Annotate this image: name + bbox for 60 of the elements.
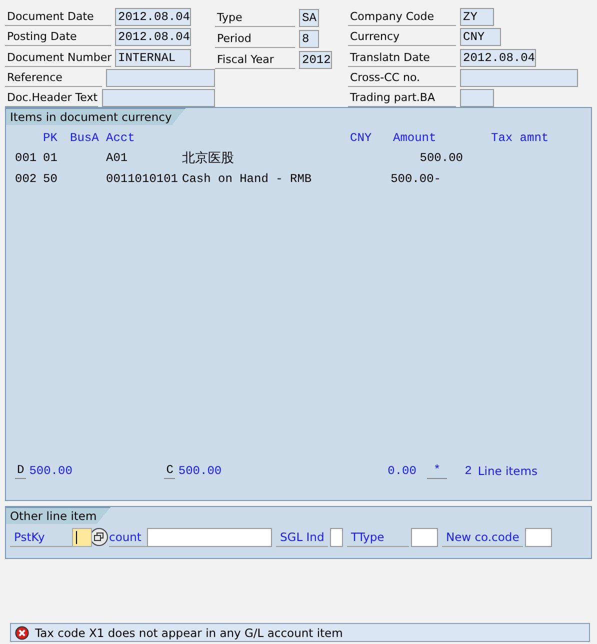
input-field[interactable]: INTERNAL xyxy=(115,48,191,66)
table-cell-text: 001 xyxy=(15,150,38,164)
credit-total: 500.00 xyxy=(178,464,222,478)
field-label: Cross-CC no. xyxy=(348,68,456,87)
table-cell-text: 500.00 xyxy=(418,150,464,164)
input-field[interactable]: 2012.08.04 xyxy=(460,48,536,66)
input-field[interactable]: 2012 xyxy=(299,50,332,68)
column-header: Acct xyxy=(106,131,136,147)
input-field[interactable] xyxy=(330,528,343,546)
field-label: SGL Ind xyxy=(276,528,328,546)
field-label: Company Code xyxy=(348,8,456,26)
input-field[interactable] xyxy=(525,528,552,546)
column-header: PK xyxy=(43,131,58,147)
field-label: TType xyxy=(347,528,409,546)
help-button-icon[interactable] xyxy=(90,528,108,546)
input-field[interactable]: ZY xyxy=(460,8,494,26)
field-label: Document Number xyxy=(5,48,111,66)
table-cell-text: 500.00- xyxy=(390,172,442,186)
balance-status: * xyxy=(427,463,447,479)
field-label: Fiscal Year xyxy=(215,50,295,68)
input-field[interactable] xyxy=(460,88,494,107)
balance-value: 0.00 xyxy=(388,464,416,478)
line-item-count: 2 xyxy=(464,464,472,478)
panel-title: Items in document currency xyxy=(6,108,186,125)
field-label: Reference xyxy=(5,68,102,87)
debit-total: 500.00 xyxy=(29,464,74,478)
column-header: Tax amnt xyxy=(491,131,550,147)
input-field[interactable] xyxy=(72,528,92,546)
column-header: CNY xyxy=(350,131,373,147)
table-cell-text: 0011010101 xyxy=(106,172,180,186)
table-cell-text: 002 xyxy=(15,172,38,186)
column-header: Amount xyxy=(393,131,438,147)
field-label: Currency xyxy=(348,28,456,46)
table-cell-text: A01 xyxy=(106,150,129,164)
input-field[interactable] xyxy=(411,528,438,546)
input-field[interactable] xyxy=(106,68,215,87)
input-field[interactable]: CNY xyxy=(460,28,501,46)
input-field[interactable]: 8 xyxy=(299,30,319,48)
field-label: Translatn Date xyxy=(348,48,456,66)
table-cell-text: 01 xyxy=(43,150,58,164)
panel-title: Other line item xyxy=(6,507,111,524)
input-field[interactable]: 2012.08.04 xyxy=(115,28,191,46)
column-header: BusA xyxy=(70,131,100,147)
input-field[interactable] xyxy=(147,528,272,546)
table-cell-text: 北京医股 xyxy=(182,150,235,166)
table-cell-text: 50 xyxy=(43,172,58,186)
status-message: Tax code X1 does not appear in any G/L account item xyxy=(35,626,343,640)
input-field[interactable]: SA xyxy=(299,8,319,26)
field-label: Document Date xyxy=(5,8,111,26)
field-label: New co.code xyxy=(442,528,524,546)
input-field[interactable] xyxy=(460,68,578,87)
table-cell-text: Cash on Hand - RMB xyxy=(182,172,313,186)
debit-label: D xyxy=(15,463,26,479)
line-items-label: Line items xyxy=(478,464,538,478)
input-field[interactable]: 2012.08.04 xyxy=(115,8,191,26)
field-label: Period xyxy=(215,30,295,48)
input-field[interactable] xyxy=(102,88,215,107)
credit-label: C xyxy=(164,463,176,479)
field-label: Posting Date xyxy=(5,28,111,46)
field-label: Type xyxy=(215,8,295,26)
